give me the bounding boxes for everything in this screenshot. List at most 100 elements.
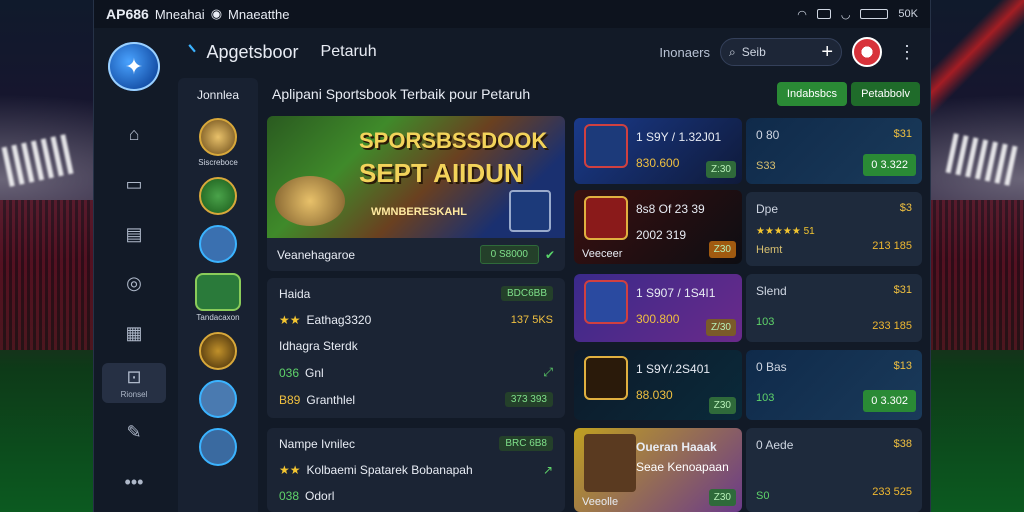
add-icon[interactable]: + <box>821 41 833 64</box>
sidebar-item[interactable]: Siscreboce <box>198 118 238 167</box>
nav-folder[interactable]: ▭ <box>102 165 166 205</box>
search-input[interactable]: Seib <box>742 45 766 59</box>
trophy-icon <box>275 176 345 226</box>
sidebar-item[interactable] <box>199 380 237 418</box>
match-score: 8s8 Of 23 39 <box>636 202 705 216</box>
wifi-icon: ◠ <box>797 8 807 21</box>
bet-card[interactable]: Haida BDC6BB ★★ Eathag3320 137 5KS Idhag… <box>267 278 565 418</box>
app-window: AP686 Mneahai ◉ Mnaeatthe ◠ ◡ 50K ✦ ⌂ ▭ … <box>93 0 931 512</box>
card-line: Granthlel <box>306 392 356 407</box>
nav-home[interactable]: ⌂ <box>102 115 166 155</box>
odds-sub: S0 <box>756 490 770 502</box>
sidebar-item[interactable]: Tandacaxon <box>195 273 241 322</box>
expand-icon[interactable]: ⤢ <box>543 365 553 380</box>
nav-edit[interactable]: ✎ <box>102 413 166 453</box>
match-odds: 88.030 <box>636 388 673 402</box>
match-caption: Veeolle <box>582 496 619 508</box>
nav-gift[interactable]: ▤ <box>102 214 166 254</box>
match-card[interactable]: 1 S9Y/.2S401 88.030 Z30 <box>574 350 742 420</box>
nav-chart[interactable]: ▦ <box>102 314 166 354</box>
match-tag[interactable]: Z:30 <box>705 161 736 178</box>
crowd-right <box>924 200 1024 350</box>
odds-value: 233 185 <box>872 320 912 332</box>
pill-petabbolv[interactable]: Petabbolv <box>851 82 920 106</box>
sidebar-item[interactable] <box>199 177 237 215</box>
player-avatar <box>584 434 636 492</box>
user-icon: ⊡ <box>126 366 142 387</box>
app-logo[interactable]: ✦ <box>108 42 160 92</box>
nav-user[interactable]: ⊡ Rionsel <box>102 363 166 403</box>
section-name: Petaruh <box>320 43 377 60</box>
compass-icon: ◎ <box>126 273 142 294</box>
odds-label: Slend <box>756 284 787 298</box>
sidebar-item[interactable] <box>199 428 237 466</box>
match-caption: Veeceer <box>582 248 623 260</box>
app-name: Mnaeatthe <box>228 6 290 22</box>
card-badge: BRC 6B8 <box>499 436 553 451</box>
team-badge-icon <box>198 118 237 156</box>
sidebar-item[interactable] <box>199 332 237 370</box>
hero-image: SPORSBSSDOOK SEPT AIIDUN WMNBERESKAHL <box>267 116 565 238</box>
kebab-menu-icon[interactable]: ⋮ <box>898 42 916 63</box>
odds-button[interactable]: 0 3.302 <box>863 390 916 412</box>
card-title: Haida <box>279 286 311 301</box>
nav-more[interactable]: ••• <box>102 462 166 502</box>
avatar[interactable] <box>852 37 882 67</box>
odds-card[interactable]: 0 80 $31 S33 0 3.322 <box>746 118 922 184</box>
odds-button[interactable]: 0 3.322 <box>863 154 916 176</box>
more-icon: ••• <box>124 471 144 492</box>
chart-icon: ▦ <box>125 322 143 343</box>
odds-sub: 103 <box>756 392 775 404</box>
nav-compass[interactable]: ◎ <box>102 264 166 304</box>
match-score: Oueran Haaak <box>636 440 717 454</box>
rating-stars: ★★★★★ 51 <box>756 226 815 237</box>
sidebar-item[interactable] <box>199 225 237 263</box>
card-stat-label: Odorl <box>305 489 335 503</box>
match-tag[interactable]: Z30 <box>708 397 736 414</box>
nav-user-label: Rionsel <box>120 389 148 399</box>
match-odds: 300.800 <box>636 312 680 326</box>
player-avatar <box>199 428 237 466</box>
topbar-label[interactable]: Inonaers <box>659 45 710 60</box>
sidebar-panel: Jonnlea Siscreboce Tandacaxon <box>178 78 258 512</box>
gift-icon: ▤ <box>125 223 143 244</box>
match-card[interactable]: 8s8 Of 23 39 2002 319 Veeceer Z30 <box>574 190 742 264</box>
odds-card[interactable]: Dpe $3 ★★★★★ 51 Hemt 213 185 <box>746 192 922 266</box>
shield-icon <box>509 190 551 232</box>
search-box[interactable]: ⌕ Seib + <box>720 38 842 66</box>
odds-price: $13 <box>893 360 912 372</box>
odds-card[interactable]: Slend $31 103 233 185 <box>746 274 922 342</box>
star-icon: ★★ <box>279 313 301 327</box>
odds-price: $3 <box>899 202 912 214</box>
card-stat: 036 <box>279 365 300 380</box>
pill-indabsbcs[interactable]: Indabsbcs <box>776 82 848 106</box>
hero-odds-button[interactable]: 0 S8000 <box>479 245 539 264</box>
brand-icon: ᐠ <box>188 41 197 64</box>
team-crest-icon <box>584 124 628 168</box>
match-tag[interactable]: Z30 <box>708 241 736 258</box>
match-card[interactable]: Oueran Haaak Seae Kenoapaan Veeolle Z30 <box>574 428 742 512</box>
hero-banner[interactable]: SPORSBSSDOOK SEPT AIIDUN WMNBERESKAHL Ve… <box>267 116 565 271</box>
hero-footer: Veanehagaroe 0 S8000 ✔ <box>267 238 565 271</box>
arrow-icon[interactable]: ↗ <box>543 463 553 477</box>
team-crest-icon <box>584 280 628 324</box>
match-tag[interactable]: Z/30 <box>705 319 736 336</box>
match-card[interactable]: 1 S907 / 1S4I1 300.800 Z/30 <box>574 274 742 342</box>
page-title: Aplipani Sportsbook Terbaik pour Petaruh <box>272 86 531 102</box>
check-icon[interactable]: ✔ <box>545 248 555 262</box>
match-tag[interactable]: Z30 <box>708 489 736 506</box>
odds-value: 213 185 <box>872 240 912 252</box>
odds-card[interactable]: 0 Bas $13 103 0 3.302 <box>746 350 922 420</box>
top-bar: ᐠ Apgetsboor Petaruh Inonaers ⌕ Seib + ⋮ <box>174 28 930 76</box>
bet-card[interactable]: Nampe Ivnilec BRC 6B8 ★★ Kolbaemi Spatar… <box>267 428 565 512</box>
odds-sub: S33 <box>756 160 776 172</box>
card-badge[interactable]: 373 393 <box>504 392 553 407</box>
filter-pills: Indabsbcs Petabbolv <box>776 82 920 106</box>
match-card[interactable]: 1 S9Y / 1.32J01 830.600 Z:30 <box>574 118 742 184</box>
card-line: Eathag3320 <box>306 313 372 327</box>
odds-card[interactable]: 0 Aede $38 S0 233 525 <box>746 428 922 512</box>
team-badge-icon <box>195 273 241 311</box>
battery-label: 50K <box>898 8 918 20</box>
sidebar-item-label: Siscreboce <box>198 158 238 167</box>
hero-title-1: SPORSBSSDOOK <box>359 128 548 153</box>
